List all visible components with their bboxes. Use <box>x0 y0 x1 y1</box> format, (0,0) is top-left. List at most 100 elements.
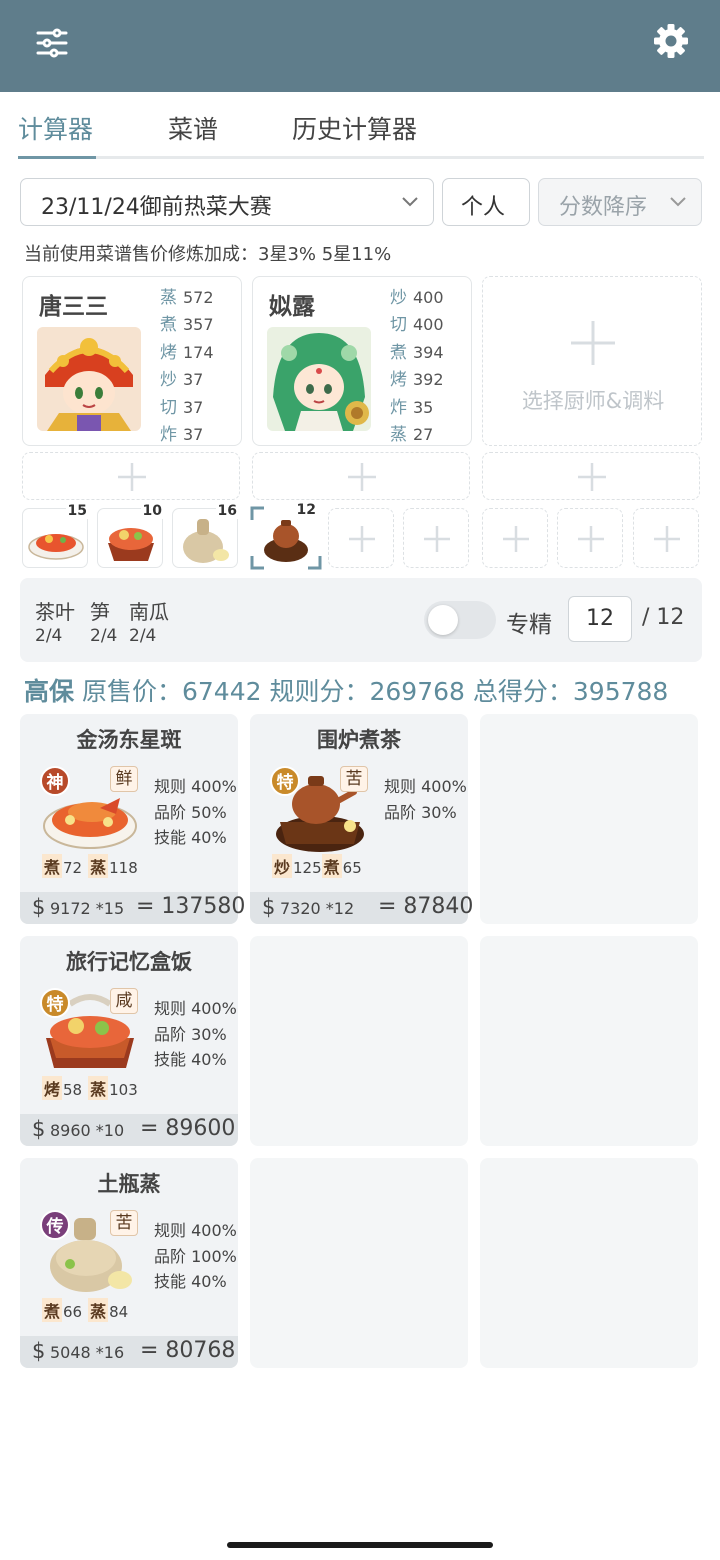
add-recipe-slot[interactable] <box>403 508 469 568</box>
dish-name: 围炉煮茶 <box>317 728 401 752</box>
add-recipe-slot[interactable] <box>328 508 394 568</box>
dish-requirements: 炒 125 煮 65 <box>272 854 368 878</box>
dish-requirements: 烤 58 蒸 103 <box>42 1076 144 1100</box>
plus-icon <box>349 526 375 552</box>
chef-card-2[interactable]: 姒露 炒 400 切 400 煮 394 烤 392 炸 35 蒸 27 <box>252 276 472 446</box>
recipe-slot-4-selected[interactable]: 12 <box>250 502 322 570</box>
dish-card-2[interactable]: 围炉煮茶 特 苦 规则 400% 品阶 30% 炒 125 煮 65 $ 7320 *1… <box>250 714 473 924</box>
currency-symbol: $ <box>262 895 276 919</box>
dish-rules: 规则 400% 品阶 50% 技能 40% <box>154 777 237 847</box>
dish-price-bar: $ 7320 *12 = 87840 <box>250 892 473 924</box>
dish-price-bar: $ 9172 *15 = 137580 <box>20 892 245 924</box>
tab-calculator[interactable]: 计算器 <box>18 110 93 146</box>
material-name: 笋 <box>90 600 110 624</box>
empty-dish-slot[interactable] <box>480 936 698 1146</box>
empty-dish-slot[interactable] <box>250 936 468 1146</box>
chef-card-1[interactable]: 唐三三 蒸 572 煮 357 烤 174 炒 37 切 37 炸 37 <box>22 276 242 446</box>
skill-row: 炸 37 <box>160 424 204 445</box>
add-recipe-slot[interactable] <box>482 508 548 568</box>
empty-dish-slot[interactable] <box>250 1158 468 1368</box>
bonus-note: 当前使用菜谱售价修炼加成：3星3% 5星11% <box>24 244 392 265</box>
skill-row: 烤 392 <box>390 370 444 391</box>
specialize-label: 专精 <box>506 612 552 638</box>
dish-card-4[interactable]: 土瓶蒸 传 苦 规则 400% 品阶 100% 技能 40% 煮 66 蒸 84 $ 50… <box>20 1158 238 1368</box>
dish-rules: 规则 400% 品阶 100% 技能 40% <box>154 1221 237 1291</box>
score-summary: 高保 原售价：67442 规则分：269768 总得分：395788 <box>24 672 668 708</box>
chef-name: 唐三三 <box>39 294 108 320</box>
rule-value: 269768 <box>369 677 465 706</box>
rule-label: 规则分： <box>269 677 370 706</box>
plus-icon <box>578 526 604 552</box>
total-value: 395788 <box>572 677 669 706</box>
add-equipment-slot[interactable] <box>22 452 240 500</box>
level-label: 高保 <box>24 677 75 706</box>
tab-history[interactable]: 历史计算器 <box>292 110 417 146</box>
specialize-input[interactable]: 12 <box>568 596 632 642</box>
add-equipment-slot[interactable] <box>482 452 700 500</box>
plus-icon <box>571 321 615 365</box>
dish-requirements: 煮 66 蒸 84 <box>42 1298 134 1322</box>
mode-button[interactable]: 个人 <box>442 178 530 226</box>
recipe-slot-1[interactable]: 15 <box>22 503 89 568</box>
recipe-slot-2[interactable]: 10 <box>97 503 164 568</box>
add-recipe-slot[interactable] <box>557 508 623 568</box>
tab-active-indicator <box>18 156 96 159</box>
rule-select[interactable]: 23/11/24御前热菜大赛 <box>20 178 434 226</box>
empty-dish-slot[interactable] <box>480 1158 698 1368</box>
skill-row: 烤 174 <box>160 342 214 363</box>
material-name: 茶叶 <box>35 600 75 624</box>
dish-card-1[interactable]: 金汤东星斑 神 鲜 规则 400% 品阶 50% 技能 40% 煮 72 蒸 118 $ … <box>20 714 245 924</box>
sliders-icon[interactable] <box>36 27 68 59</box>
sort-select[interactable]: 分数降序 <box>538 178 702 226</box>
flavor-tag: 苦 <box>340 766 368 792</box>
grade-badge: 传 <box>40 1210 70 1240</box>
flavor-tag: 鲜 <box>110 766 138 792</box>
price-value: 67442 <box>181 677 262 706</box>
chef-skills: 炒 400 切 400 煮 394 烤 392 炸 35 蒸 27 <box>390 283 444 447</box>
add-recipe-slot[interactable] <box>633 508 699 568</box>
tab-divider <box>18 156 704 159</box>
skill-row: 炒 400 <box>390 288 444 308</box>
materials-panel: 茶叶 笋 南瓜 2/4 2/4 2/4 专精 12 / 12 <box>20 578 702 662</box>
specialize-max: / 12 <box>642 605 685 630</box>
tab-recipes[interactable]: 菜谱 <box>168 110 218 146</box>
currency-symbol: $ <box>32 1117 46 1141</box>
skill-row: 煮 357 <box>160 315 214 336</box>
add-chef-button[interactable]: 选择厨师&调料 <box>482 276 702 446</box>
dish-price: 9172 *15 <box>50 899 125 918</box>
dish-price: 5048 *16 <box>50 1343 125 1362</box>
flavor-tag: 苦 <box>110 1210 138 1236</box>
chef-skills: 蒸 572 煮 357 烤 174 炒 37 切 37 炸 37 <box>160 283 214 447</box>
plus-icon <box>654 526 680 552</box>
currency-symbol: $ <box>32 895 46 919</box>
material-count: 2/4 <box>129 626 157 646</box>
plus-icon <box>578 463 606 491</box>
add-equipment-slot[interactable] <box>252 452 470 500</box>
skill-row: 炒 37 <box>160 370 204 391</box>
recipe-slot-3[interactable]: 16 <box>172 503 239 568</box>
specialize-toggle[interactable] <box>424 601 496 639</box>
recipe-count-badge: 10 <box>140 503 164 519</box>
recipe-count-badge: 16 <box>215 503 239 519</box>
grade-badge: 特 <box>270 766 300 796</box>
dish-price-bar: $ 5048 *16 = 80768 <box>20 1336 238 1368</box>
app-header <box>0 0 720 92</box>
empty-dish-slot[interactable] <box>480 714 698 924</box>
dish-rules: 规则 400% 品阶 30% 技能 40% <box>154 999 237 1069</box>
tab-bar: 计算器 菜谱 历史计算器 <box>18 92 704 160</box>
grade-badge: 神 <box>40 766 70 796</box>
dish-name: 金汤东星斑 <box>76 728 182 752</box>
dish-total: = 137580 <box>136 894 246 919</box>
plus-icon <box>118 463 146 491</box>
skill-row: 切 400 <box>390 315 444 336</box>
add-chef-label: 选择厨师&调料 <box>521 389 665 413</box>
price-label: 原售价： <box>81 677 182 706</box>
rule-select-value: 23/11/24御前热菜大赛 <box>41 195 272 220</box>
dish-card-3[interactable]: 旅行记忆盒饭 特 咸 规则 400% 品阶 30% 技能 40% 烤 58 蒸 103 $… <box>20 936 238 1146</box>
gear-icon[interactable] <box>653 23 689 59</box>
skill-row: 蒸 27 <box>390 424 434 445</box>
chef-avatar <box>37 327 141 431</box>
home-indicator[interactable] <box>227 1542 493 1548</box>
chevron-down-icon <box>670 197 686 207</box>
material-count: 2/4 <box>35 626 63 646</box>
